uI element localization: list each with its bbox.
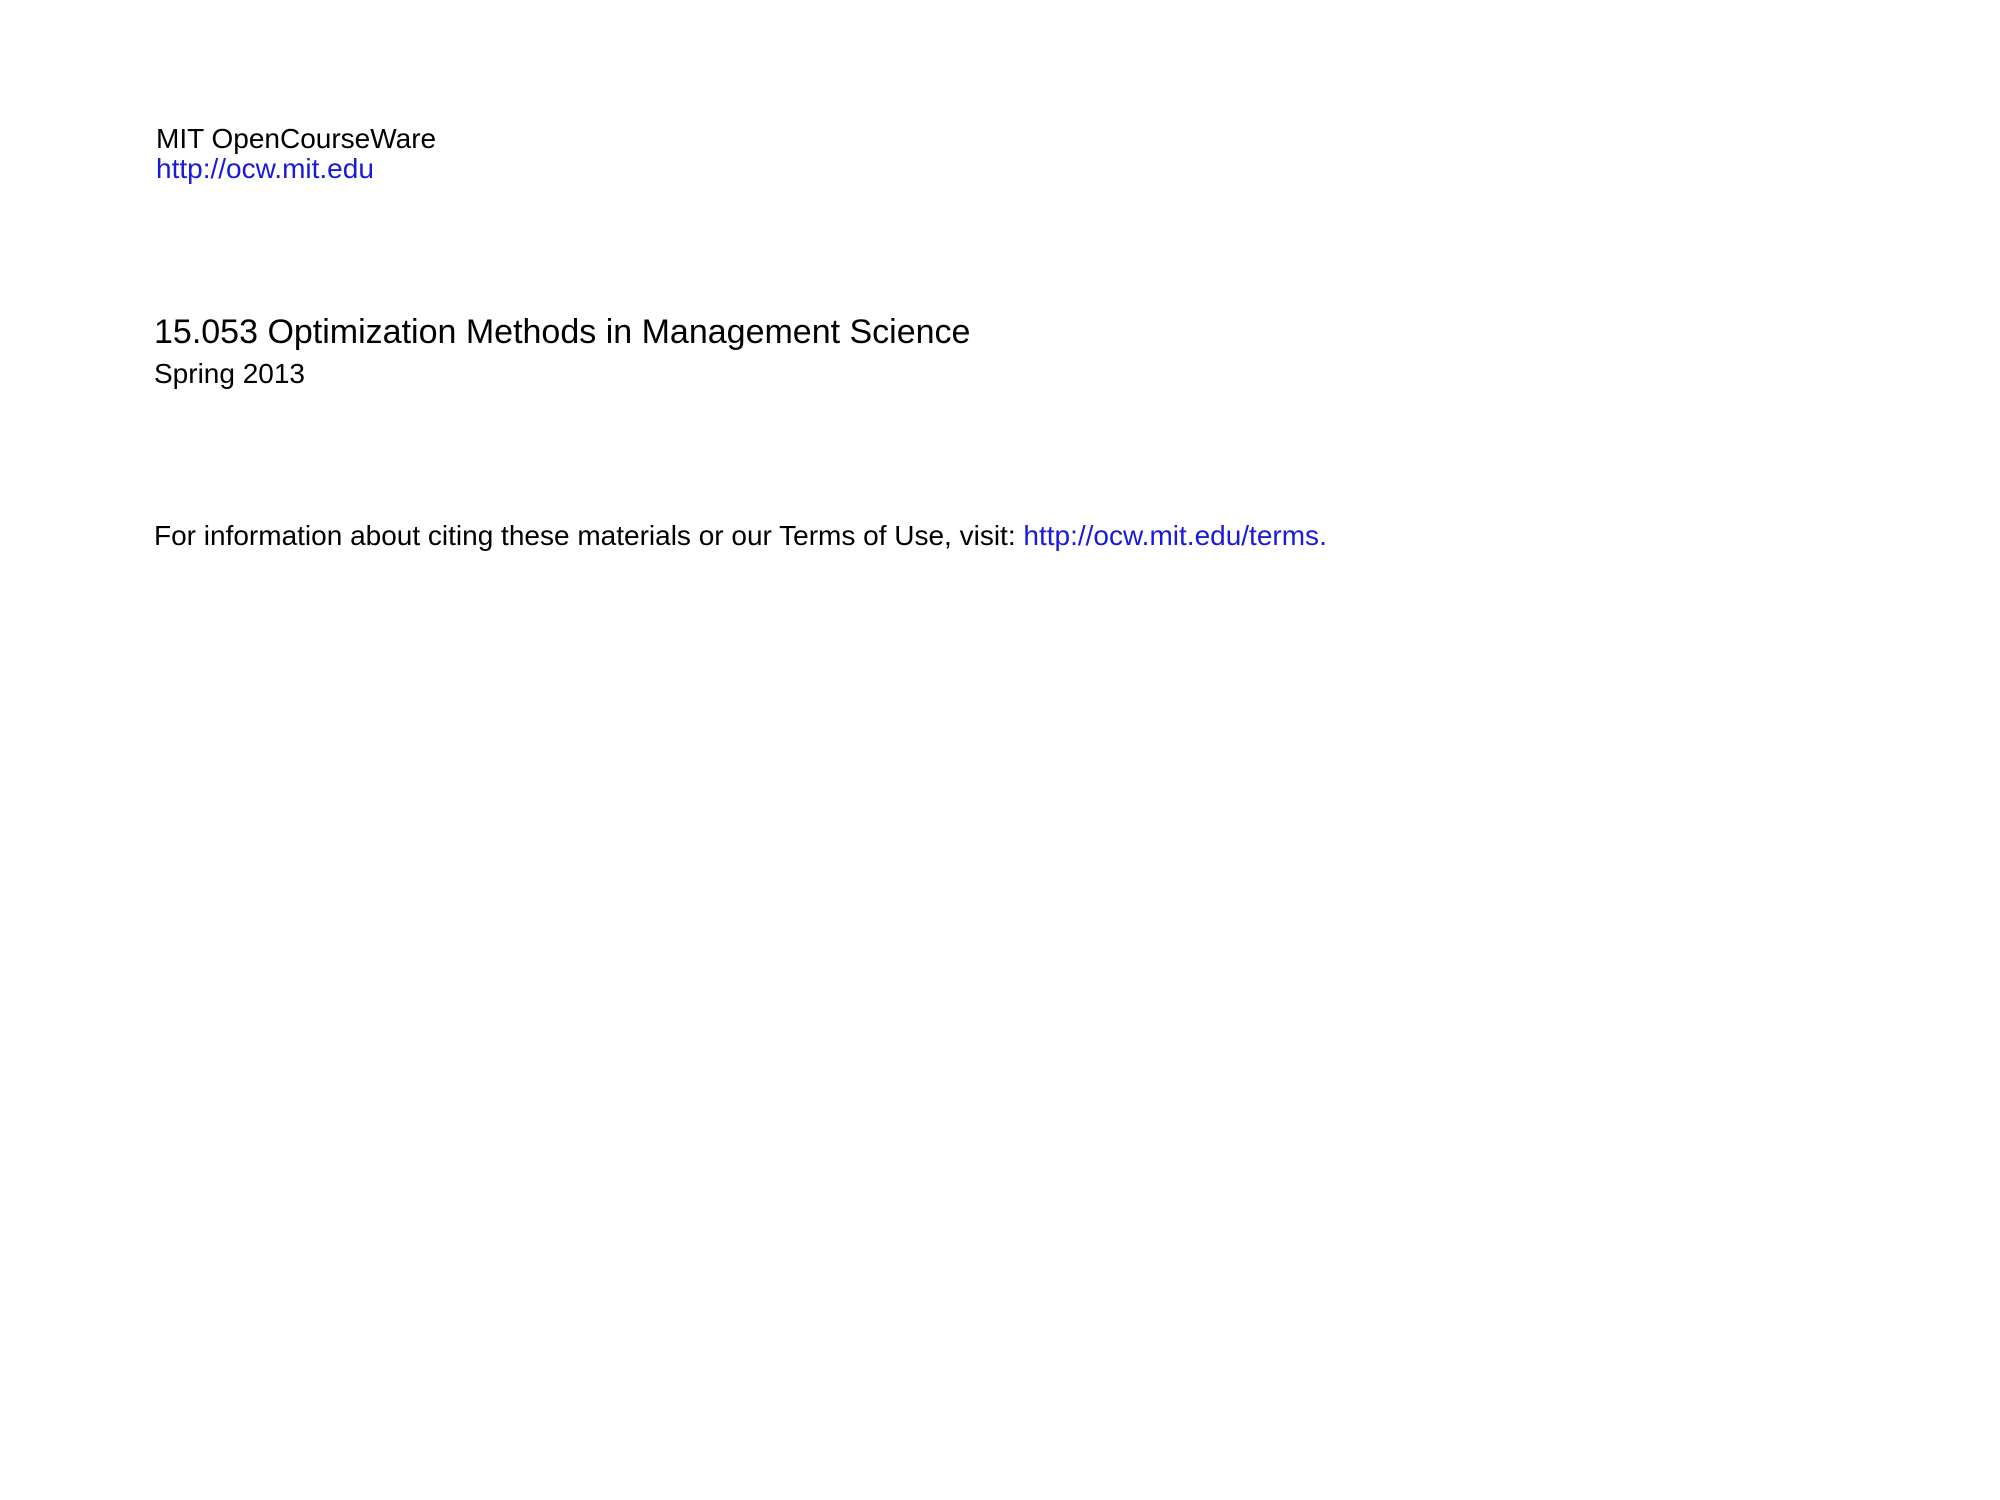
citation-notice: For information about citing these mater… (154, 518, 1327, 554)
citation-text: For information about citing these mater… (154, 520, 1024, 551)
org-name: MIT OpenCourseWare (156, 123, 437, 154)
course-term: Spring 2013 (154, 358, 306, 389)
org-url-link[interactable]: http://ocw.mit.edu (156, 154, 436, 184)
ocw-header: MIT OpenCourseWare http://ocw.mit.edu (156, 124, 436, 184)
citation-trailing-period: . (1319, 520, 1327, 551)
course-info: 15.053 Optimization Methods in Managemen… (154, 310, 970, 394)
terms-link[interactable]: http://ocw.mit.edu/terms (1023, 520, 1319, 551)
course-title: 15.053 Optimization Methods in Managemen… (154, 313, 971, 351)
